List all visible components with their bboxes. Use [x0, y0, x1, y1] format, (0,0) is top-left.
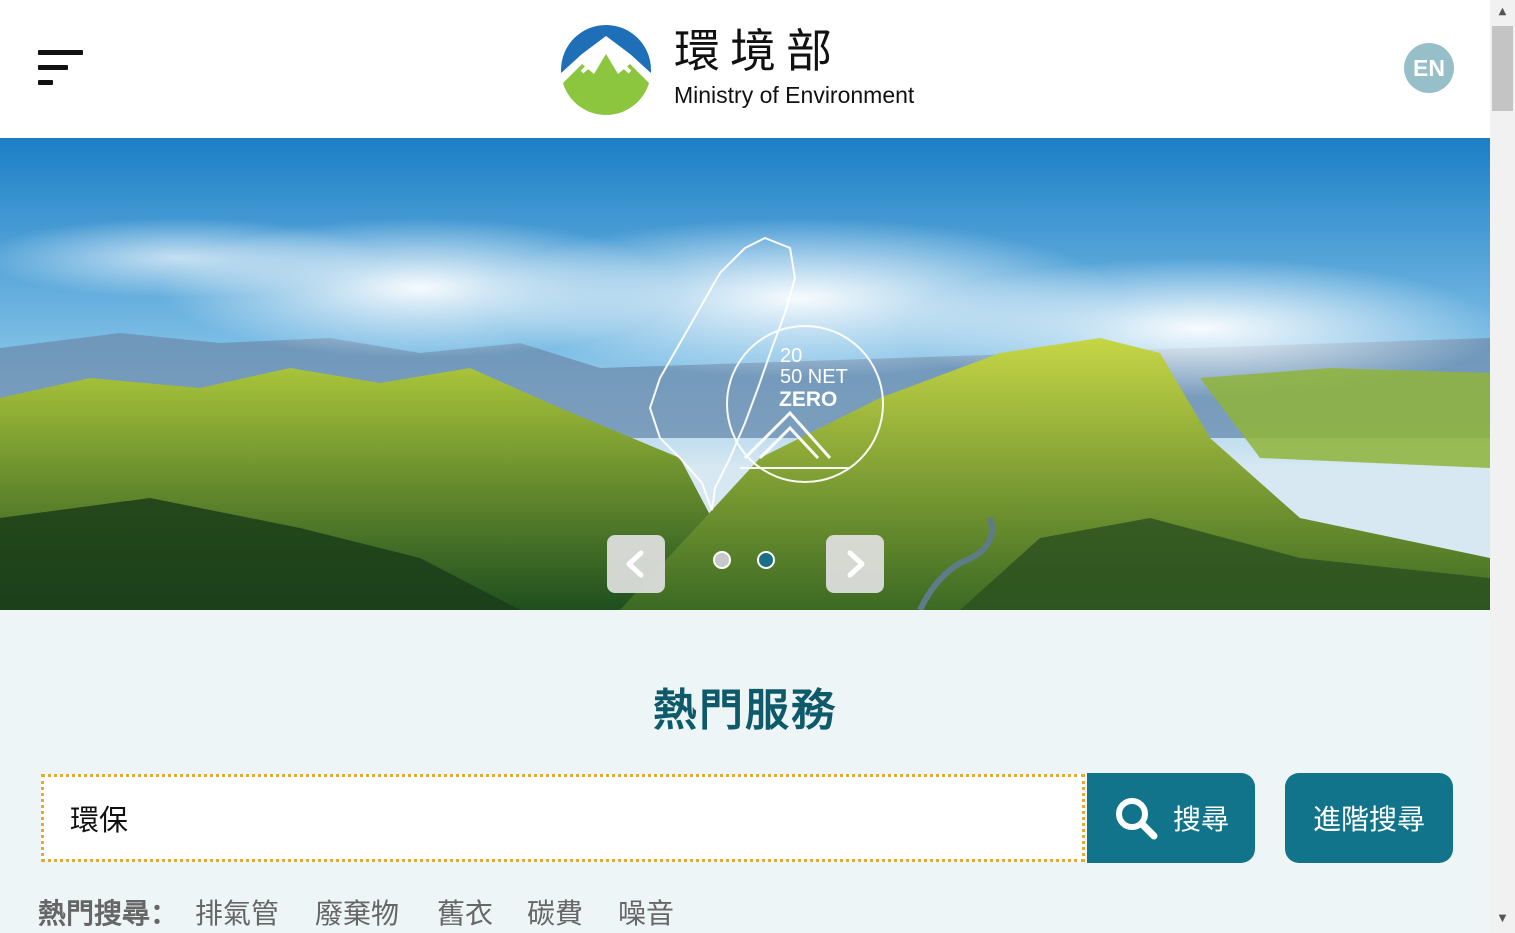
search-icon: [1115, 798, 1158, 840]
section-title: 熱門服務: [653, 685, 837, 736]
language-switch-button[interactable]: EN: [1404, 43, 1454, 93]
slide-next-button[interactable]: [826, 535, 884, 593]
hot-search-label: 熱門搜尋：: [38, 897, 179, 930]
page-scrollbar[interactable]: ▲ ▼: [1490, 0, 1515, 933]
logo-title-zh: 環境部: [674, 24, 842, 78]
slide-dot-2[interactable]: [757, 551, 775, 569]
site-logo-link[interactable]: 環境部 Ministry of Environment: [506, 22, 986, 116]
menu-icon[interactable]: [0, 13, 92, 121]
site-header: 環境部 Ministry of Environment EN: [0, 0, 1490, 138]
slide-prev-button[interactable]: [607, 535, 665, 593]
search-input[interactable]: [41, 774, 1085, 862]
search-button-label: 搜尋: [1172, 803, 1229, 836]
badge-text-1: 20: [780, 345, 802, 367]
scrollbar-thumb[interactable]: [1492, 26, 1513, 111]
hero-banner: 20 50 NET ZERO: [0, 138, 1490, 610]
scroll-down-arrow-icon[interactable]: ▼: [1490, 909, 1515, 929]
chevron-right-icon: [847, 550, 865, 578]
hot-search-link[interactable]: 噪音: [618, 892, 674, 932]
search-button[interactable]: 搜尋: [1087, 773, 1255, 863]
chevron-left-icon: [626, 550, 644, 578]
hot-services-section: 熱門服務 搜尋 進階搜尋 熱門搜尋： 排氣管 廢棄物 舊衣 碳費 噪音: [0, 610, 1490, 933]
hot-search-link[interactable]: 舊衣: [437, 892, 493, 932]
banner-image: 20 50 NET ZERO: [0, 138, 1490, 610]
hot-search-link[interactable]: 碳費: [527, 892, 583, 932]
ministry-logo-icon: [561, 25, 651, 115]
hot-search-link[interactable]: 廢棄物: [315, 892, 399, 932]
accesskey-anchor[interactable]: [37, 610, 59, 648]
scroll-up-arrow-icon[interactable]: ▲: [1490, 2, 1515, 22]
logo-title-en: Ministry of Environment: [674, 82, 915, 108]
hot-search-link[interactable]: 排氣管: [195, 892, 279, 932]
advanced-search-button[interactable]: 進階搜尋: [1285, 773, 1453, 863]
badge-text-2: 50 NET: [780, 366, 848, 388]
slide-dot-1[interactable]: [713, 551, 731, 569]
badge-text-3: ZERO: [779, 388, 837, 411]
